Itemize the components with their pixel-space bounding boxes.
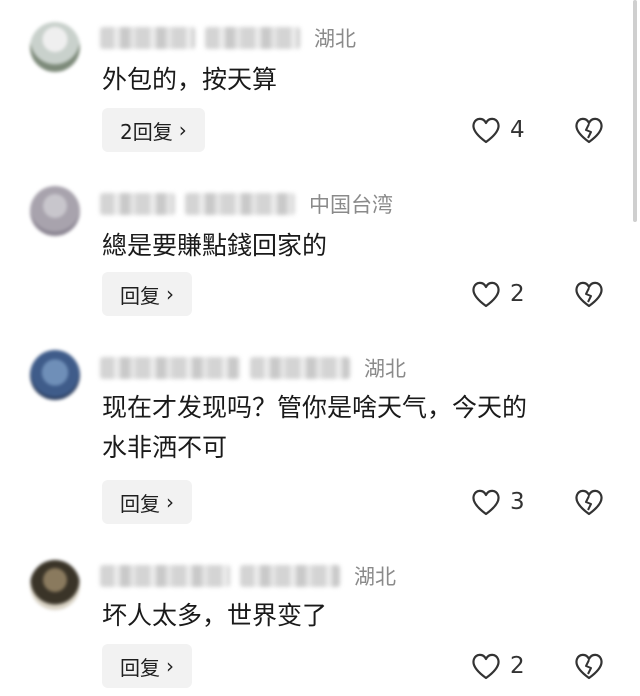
reply-button[interactable]: 回复 › [102, 480, 192, 524]
username-blurred[interactable] [250, 357, 350, 379]
reply-button[interactable]: 回复 › [102, 644, 192, 688]
username-blurred[interactable] [100, 193, 175, 215]
user-meta-row: 湖北 [100, 562, 396, 590]
like-count: 4 [510, 117, 525, 143]
dislike-button[interactable] [573, 644, 605, 688]
comment-text: 坏人太多，世界变了 [102, 601, 328, 630]
like-count: 3 [510, 489, 525, 515]
username-blurred[interactable] [100, 565, 230, 587]
avatar[interactable] [30, 350, 80, 400]
location-label: 湖北 [354, 565, 396, 589]
location-label: 湖北 [364, 357, 406, 381]
avatar[interactable] [30, 22, 80, 72]
dislike-button[interactable] [573, 108, 605, 152]
dislike-button[interactable] [573, 272, 605, 316]
username-blurred[interactable] [205, 27, 300, 49]
broken-heart-icon [575, 281, 603, 308]
reply-label: 回复 [120, 491, 160, 516]
reply-label: 2回复 [120, 119, 173, 144]
location-label: 湖北 [314, 27, 356, 51]
comment-text: 现在才发现吗？管你是啥天气，今天的 水非洒不可 [102, 388, 600, 468]
user-meta-row: 中国台湾 [100, 190, 393, 218]
username-blurred[interactable] [185, 193, 295, 215]
reply-label: 回复 [120, 655, 160, 680]
dislike-button[interactable] [573, 480, 605, 524]
user-meta-row: 湖北 [100, 24, 356, 52]
broken-heart-icon [575, 489, 603, 516]
location-label: 中国台湾 [309, 193, 393, 217]
username-blurred[interactable] [240, 565, 340, 587]
chevron-right-icon: › [178, 118, 187, 142]
reply-button[interactable]: 回复 › [102, 272, 192, 316]
comment-text-line: 水非洒不可 [102, 433, 228, 462]
like-count: 2 [510, 653, 525, 679]
avatar[interactable] [30, 186, 80, 236]
chevron-right-icon: › [166, 282, 174, 306]
chevron-right-icon: › [166, 490, 174, 514]
username-blurred[interactable] [100, 27, 195, 49]
broken-heart-icon [575, 117, 603, 144]
like-button[interactable]: 4 [470, 108, 525, 152]
comment-text: 總是要賺點錢回家的 [102, 231, 328, 260]
reply-button[interactable]: 2回复 › [102, 108, 205, 152]
comment-text-line: 现在才发现吗？管你是啥天气，今天的 [102, 393, 528, 422]
broken-heart-icon [575, 653, 603, 680]
avatar[interactable] [30, 560, 80, 610]
heart-icon [472, 489, 500, 516]
heart-icon [472, 281, 500, 308]
like-button[interactable]: 3 [470, 480, 525, 524]
comment-text: 外包的，按天算 [102, 65, 278, 94]
heart-icon [472, 653, 500, 680]
scrollbar[interactable] [633, 0, 637, 222]
like-button[interactable]: 2 [470, 644, 525, 688]
like-count: 2 [510, 281, 525, 307]
username-blurred[interactable] [100, 357, 240, 379]
like-button[interactable]: 2 [470, 272, 525, 316]
user-meta-row: 湖北 [100, 354, 406, 382]
reply-label: 回复 [120, 283, 160, 308]
chevron-right-icon: › [166, 654, 174, 678]
heart-icon [472, 117, 500, 144]
